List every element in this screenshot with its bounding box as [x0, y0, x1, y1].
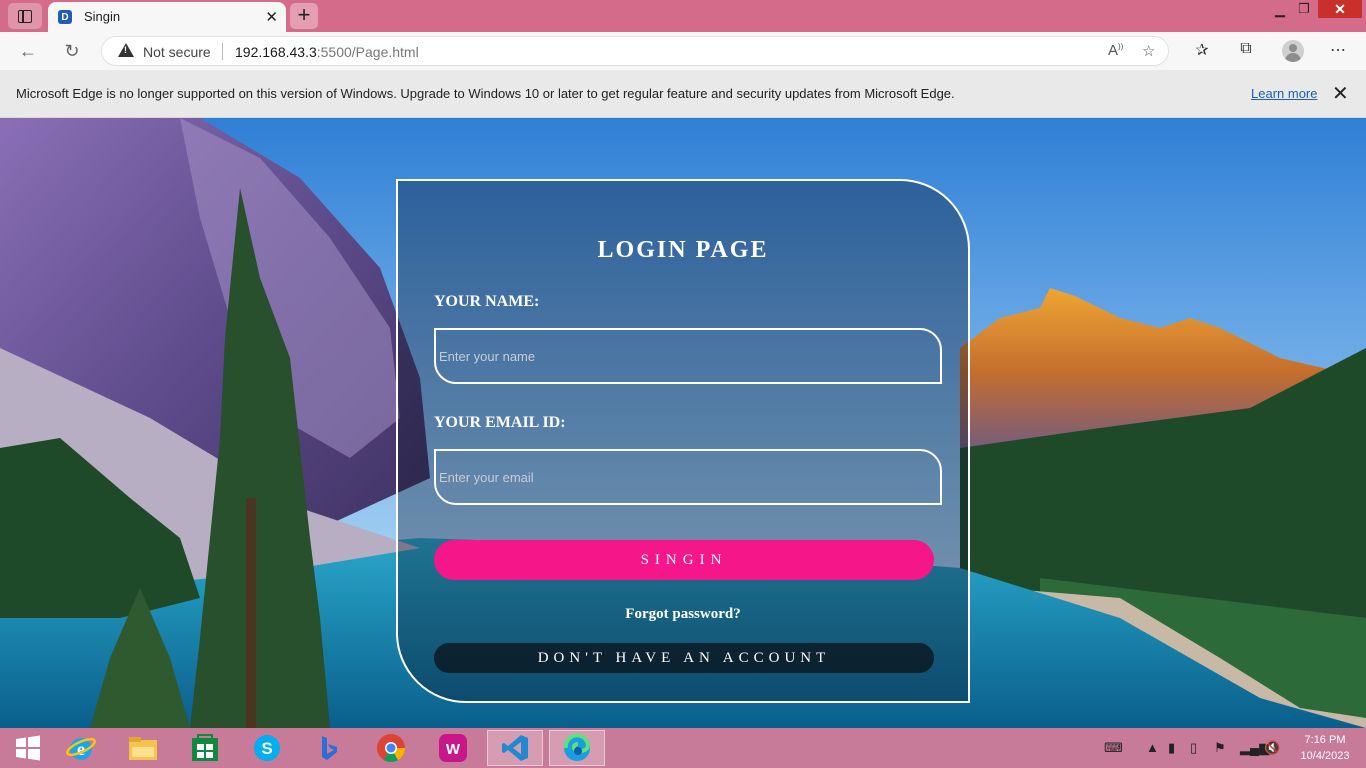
- wps-office-icon[interactable]: W: [425, 730, 481, 766]
- chrome-icon[interactable]: [363, 730, 419, 766]
- skype-icon[interactable]: S: [239, 730, 295, 766]
- name-label: YOUR NAME:: [434, 293, 540, 310]
- browser-tab-strip: D Singin ✕ + ▁ ❐ ✕: [0, 0, 1366, 32]
- usb-device-icon[interactable]: ▮: [1168, 740, 1175, 756]
- more-menu-icon[interactable]: ⋯: [1326, 40, 1350, 62]
- internet-explorer-icon[interactable]: e: [53, 730, 109, 766]
- close-window-icon[interactable]: ✕: [1318, 0, 1362, 18]
- svg-text:S: S: [261, 739, 272, 758]
- favorites-icon[interactable]: ✰: [1190, 40, 1214, 62]
- url-host: 192.168.43.3: [235, 44, 317, 60]
- unsupported-os-infobar: Microsoft Edge is no longer supported on…: [0, 70, 1366, 118]
- browser-toolbar: ← ↻ Not secure 192.168.43.3:5500/Page.ht…: [0, 32, 1366, 70]
- tab-actions-button[interactable]: [8, 3, 42, 29]
- file-explorer-icon[interactable]: [115, 730, 171, 766]
- start-icon[interactable]: [0, 730, 56, 766]
- url-text[interactable]: 192.168.43.3:5500/Page.html: [235, 44, 419, 60]
- store-icon[interactable]: [177, 730, 233, 766]
- learn-more-link[interactable]: Learn more: [1251, 86, 1317, 101]
- login-title: LOGIN PAGE: [597, 237, 769, 263]
- page-viewport: LOGIN PAGE YOUR NAME: YOUR EMAIL ID: SIN…: [0, 118, 1366, 728]
- refresh-icon[interactable]: ↻: [59, 39, 85, 63]
- battery-icon[interactable]: ▯: [1190, 740, 1197, 756]
- site-favicon-icon: D: [58, 10, 72, 24]
- volume-muted-icon[interactable]: 🔇: [1264, 740, 1280, 756]
- tab-title: Singin: [84, 9, 121, 24]
- tab-actions-icon: [18, 9, 32, 23]
- windows-taskbar: e S W ⌨ ▲ ▮ ▯ ⚑ ▂▄▆ 🔇 7:16 PM 10/4/2023: [0, 728, 1366, 768]
- signin-button[interactable]: SINGIN: [434, 540, 934, 580]
- edge-icon[interactable]: [549, 730, 605, 766]
- system-clock[interactable]: 7:16 PM 10/4/2023: [1290, 732, 1360, 764]
- url-path: :5500/Page.html: [316, 44, 419, 60]
- address-separator: [222, 43, 223, 60]
- add-favorite-icon[interactable]: ☆: [1142, 42, 1155, 60]
- svg-text:W: W: [446, 741, 461, 758]
- address-bar[interactable]: Not secure 192.168.43.3:5500/Page.html A…: [101, 36, 1169, 66]
- action-center-icon[interactable]: ⚑: [1214, 740, 1226, 756]
- show-hidden-icons-icon[interactable]: ▲: [1146, 740, 1159, 755]
- warning-icon: [118, 43, 134, 57]
- infobar-close-icon[interactable]: ✕: [1332, 81, 1349, 106]
- forgot-password-link[interactable]: Forgot password?: [398, 606, 968, 623]
- new-tab-button[interactable]: +: [290, 3, 318, 29]
- name-input[interactable]: [434, 328, 942, 384]
- profile-avatar[interactable]: [1282, 40, 1304, 62]
- vscode-icon[interactable]: [487, 730, 543, 766]
- no-account-button[interactable]: DON'T HAVE AN ACCOUNT: [434, 643, 934, 673]
- minimize-icon[interactable]: ▁: [1268, 2, 1292, 24]
- back-arrow-icon[interactable]: ←: [15, 39, 41, 63]
- restore-window-icon[interactable]: ❐: [1292, 1, 1316, 23]
- read-aloud-icon[interactable]: A)): [1108, 42, 1123, 59]
- keyboard-icon[interactable]: ⌨: [1104, 740, 1123, 756]
- collections-icon[interactable]: ⧉: [1234, 40, 1258, 62]
- infobar-message: Microsoft Edge is no longer supported on…: [16, 86, 955, 101]
- bing-icon[interactable]: [301, 730, 357, 766]
- security-label[interactable]: Not secure: [143, 44, 211, 60]
- clock-time: 7:16 PM: [1304, 734, 1346, 746]
- email-label: YOUR EMAIL ID:: [434, 414, 566, 431]
- clock-date: 10/4/2023: [1300, 750, 1350, 762]
- browser-tab[interactable]: D Singin ✕: [48, 2, 286, 32]
- login-card: LOGIN PAGE YOUR NAME: YOUR EMAIL ID: SIN…: [396, 179, 970, 703]
- email-input[interactable]: [434, 449, 942, 505]
- tab-close-icon[interactable]: ✕: [265, 8, 278, 26]
